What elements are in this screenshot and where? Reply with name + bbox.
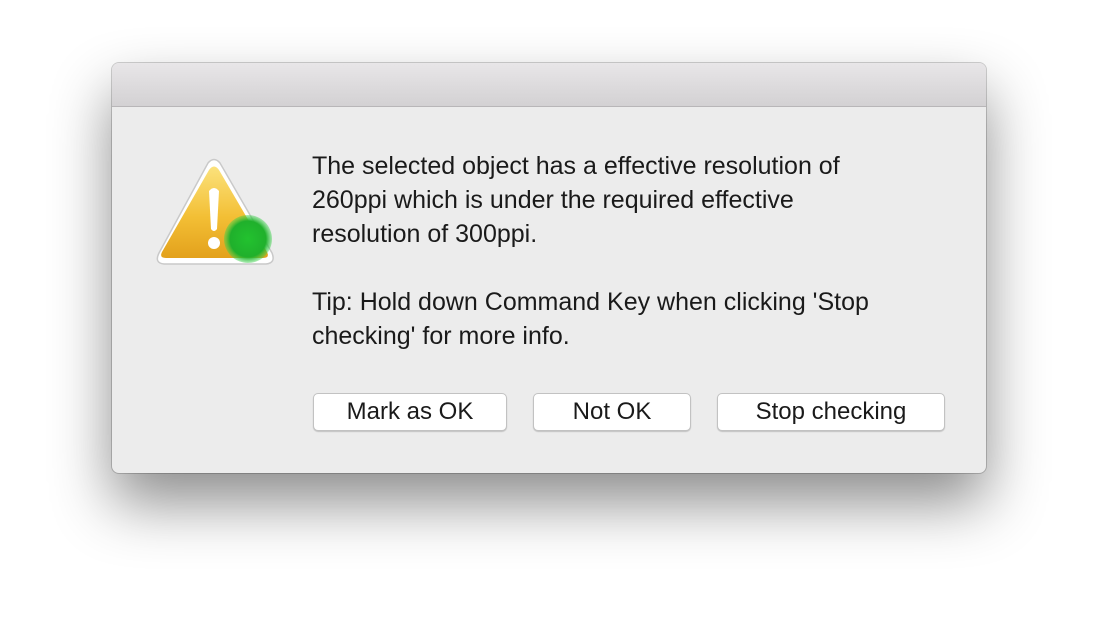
alert-dialog: The selected object has a effective reso… [112,63,986,473]
dialog-titlebar[interactable] [112,63,986,107]
message-text: The selected object has a effective reso… [312,149,952,251]
tip-line: checking' for more info. [312,322,570,350]
stop-checking-button[interactable]: Stop checking [717,393,945,431]
tip-line: Tip: Hold down Command Key when clicking… [312,288,869,316]
not-ok-button[interactable]: Not OK [533,393,691,431]
warning-icon [156,157,280,271]
tip-text: Tip: Hold down Command Key when clicking… [312,285,952,353]
message-line: resolution of 300ppi. [312,220,538,248]
message-line: 260ppi which is under the required effec… [312,186,794,214]
green-status-dot-icon [224,215,272,263]
message-line: The selected object has a effective reso… [312,152,840,180]
alert-message: The selected object has a effective reso… [312,149,952,353]
mark-as-ok-button[interactable]: Mark as OK [313,393,507,431]
